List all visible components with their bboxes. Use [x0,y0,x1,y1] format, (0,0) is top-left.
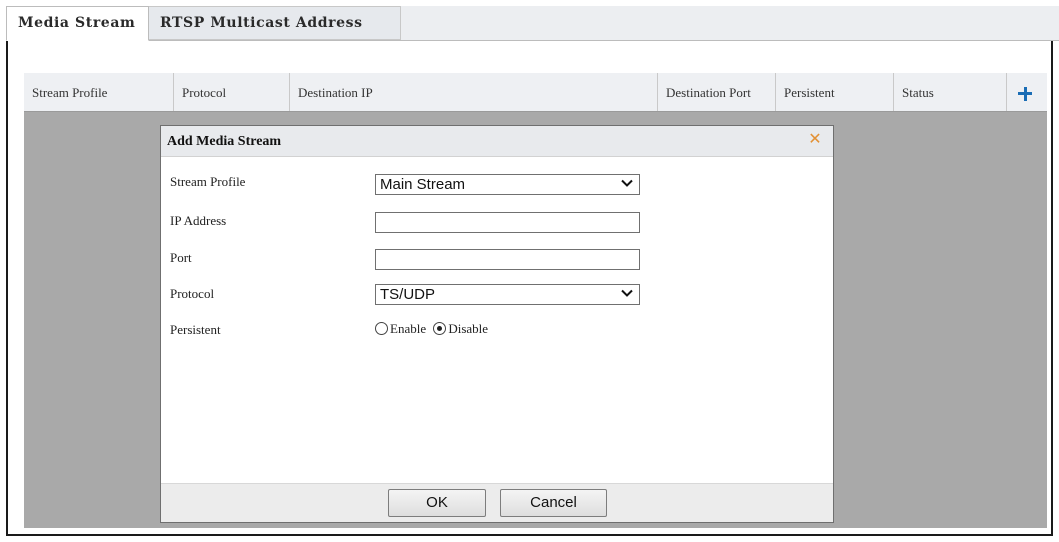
add-media-stream-dialog: Add Media Stream ✕ Stream Profile Main S… [160,125,834,523]
disable-radio[interactable] [433,322,447,335]
chevron-down-icon [621,179,633,187]
chevron-down-icon [621,289,633,297]
persistent-radio-group: Enable Disable [375,321,488,337]
port-input[interactable] [375,249,640,270]
enable-radio-label[interactable]: Enable [390,321,426,336]
dialog-footer: OK Cancel [161,483,833,522]
col-status: Status [894,73,1007,111]
dialog-title: Add Media Stream [167,134,282,149]
tab-media-stream[interactable]: Media Stream [6,6,149,41]
col-protocol: Protocol [174,73,290,111]
stream-profile-value: Main Stream [380,176,466,193]
tab-bar: Media Stream RTSP Multicast Address [6,6,1059,41]
ip-address-input[interactable] [375,212,640,233]
col-destination-port: Destination Port [658,73,776,111]
tab-rtsp-multicast-address[interactable]: RTSP Multicast Address [149,6,401,40]
col-persistent: Persistent [776,73,894,111]
plus-icon[interactable] [1007,73,1047,111]
enable-radio[interactable] [375,322,388,335]
protocol-label: Protocol [170,286,215,301]
close-icon[interactable]: ✕ [807,131,823,147]
disable-radio-label[interactable]: Disable [448,321,488,336]
persistent-label: Persistent [170,322,221,337]
stream-profile-select[interactable]: Main Stream [375,174,640,195]
cancel-button[interactable]: Cancel [500,489,607,517]
col-stream-profile: Stream Profile [24,73,174,111]
stream-profile-label: Stream Profile [170,174,246,189]
table-header: Stream Profile Protocol Destination IP D… [24,73,1047,112]
protocol-value: TS/UDP [380,286,436,303]
ok-button[interactable]: OK [388,489,486,517]
ip-address-label: IP Address [170,213,227,228]
dialog-header: Add Media Stream ✕ [161,126,833,157]
port-label: Port [170,250,192,265]
col-destination-ip: Destination IP [290,73,658,111]
protocol-select[interactable]: TS/UDP [375,284,640,305]
